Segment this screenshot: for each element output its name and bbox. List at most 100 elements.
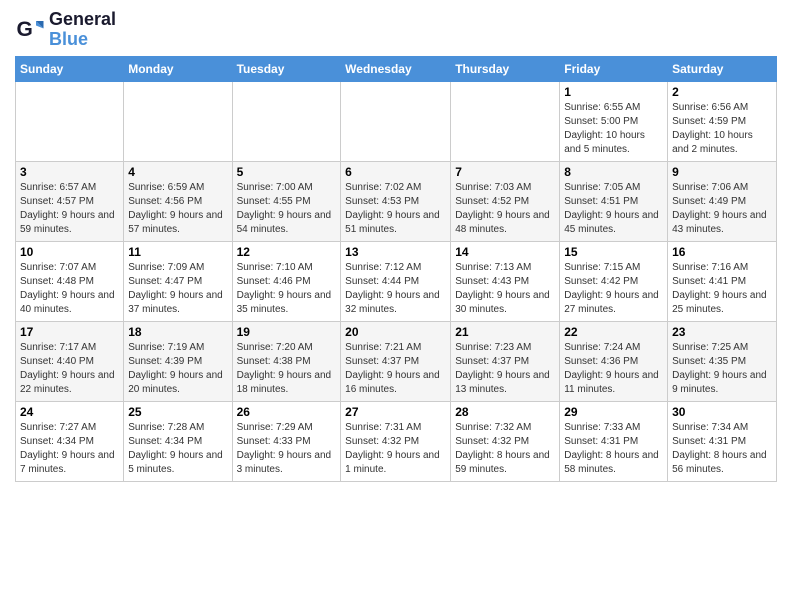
week-row-3: 10 Sunrise: 7:07 AM Sunset: 4:48 PM Dayli… <box>16 241 777 321</box>
day-info: Sunrise: 7:16 AM Sunset: 4:41 PM Dayligh… <box>672 261 772 317</box>
calendar-cell: 2 Sunrise: 6:56 AM Sunset: 4:59 PM Daylig… <box>668 81 777 161</box>
calendar-cell: 14Sunrise: 7:13 AM Sunset: 4:43 PM Dayli… <box>451 241 560 321</box>
logo: G General Blue <box>15 10 116 50</box>
day-info: Sunrise: 7:29 AM Sunset: 4:33 PM Dayligh… <box>237 421 337 477</box>
header-friday: Friday <box>560 56 668 81</box>
day-info: Sunrise: 6:59 AM Sunset: 4:56 PM Dayligh… <box>128 181 227 237</box>
calendar-table: SundayMondayTuesdayWednesdayThursdayFrid… <box>15 56 777 482</box>
day-info: Sunrise: 7:19 AM Sunset: 4:39 PM Dayligh… <box>128 341 227 397</box>
day-number: 28 <box>455 405 555 419</box>
calendar-cell: 25Sunrise: 7:28 AM Sunset: 4:34 PM Dayli… <box>124 401 232 481</box>
calendar-cell: 1 Sunrise: 6:55 AM Sunset: 5:00 PM Daylig… <box>560 81 668 161</box>
header-thursday: Thursday <box>451 56 560 81</box>
day-number: 5 <box>237 165 337 179</box>
page-container: G General Blue SundayMondayTuesdayWednes… <box>0 0 792 492</box>
day-number: 20 <box>345 325 446 339</box>
day-info: Sunrise: 7:28 AM Sunset: 4:34 PM Dayligh… <box>128 421 227 477</box>
calendar-cell: 29Sunrise: 7:33 AM Sunset: 4:31 PM Dayli… <box>560 401 668 481</box>
day-number: 19 <box>237 325 337 339</box>
svg-text:G: G <box>17 18 33 41</box>
day-info: Sunrise: 7:33 AM Sunset: 4:31 PM Dayligh… <box>564 421 663 477</box>
header-saturday: Saturday <box>668 56 777 81</box>
day-number: 23 <box>672 325 772 339</box>
calendar-cell <box>341 81 451 161</box>
logo-icon: G <box>15 15 45 45</box>
calendar-header-row: SundayMondayTuesdayWednesdayThursdayFrid… <box>16 56 777 81</box>
day-info: Sunrise: 7:32 AM Sunset: 4:32 PM Dayligh… <box>455 421 555 477</box>
day-info: Sunrise: 7:27 AM Sunset: 4:34 PM Dayligh… <box>20 421 119 477</box>
calendar-cell: 4 Sunrise: 6:59 AM Sunset: 4:56 PM Daylig… <box>124 161 232 241</box>
day-info: Sunrise: 6:55 AM Sunset: 5:00 PM Dayligh… <box>564 101 663 157</box>
calendar-cell: 15 Sunrise: 7:15 AM Sunset: 4:42 PM Dayli… <box>560 241 668 321</box>
day-info: Sunrise: 7:15 AM Sunset: 4:42 PM Dayligh… <box>564 261 663 317</box>
day-number: 21 <box>455 325 555 339</box>
day-number: 13 <box>345 245 446 259</box>
week-row-4: 17 Sunrise: 7:17 AM Sunset: 4:40 PM Dayli… <box>16 321 777 401</box>
day-number: 30 <box>672 405 772 419</box>
day-info: Sunrise: 7:21 AM Sunset: 4:37 PM Dayligh… <box>345 341 446 397</box>
day-info: Sunrise: 7:31 AM Sunset: 4:32 PM Dayligh… <box>345 421 446 477</box>
header-sunday: Sunday <box>16 56 124 81</box>
calendar-cell: 30Sunrise: 7:34 AM Sunset: 4:31 PM Dayli… <box>668 401 777 481</box>
header-wednesday: Wednesday <box>341 56 451 81</box>
day-number: 22 <box>564 325 663 339</box>
calendar-cell <box>232 81 341 161</box>
day-number: 2 <box>672 85 772 99</box>
calendar-cell: 21 Sunrise: 7:23 AM Sunset: 4:37 PM Dayli… <box>451 321 560 401</box>
day-info: Sunrise: 7:17 AM Sunset: 4:40 PM Dayligh… <box>20 341 119 397</box>
week-row-2: 3 Sunrise: 6:57 AM Sunset: 4:57 PM Daylig… <box>16 161 777 241</box>
calendar-cell <box>124 81 232 161</box>
day-number: 9 <box>672 165 772 179</box>
calendar-cell: 23 Sunrise: 7:25 AM Sunset: 4:35 PM Dayli… <box>668 321 777 401</box>
header-tuesday: Tuesday <box>232 56 341 81</box>
day-info: Sunrise: 7:07 AM Sunset: 4:48 PM Dayligh… <box>20 261 119 317</box>
calendar-cell: 3 Sunrise: 6:57 AM Sunset: 4:57 PM Daylig… <box>16 161 124 241</box>
day-info: Sunrise: 7:25 AM Sunset: 4:35 PM Dayligh… <box>672 341 772 397</box>
calendar-cell: 28 Sunrise: 7:32 AM Sunset: 4:32 PM Dayli… <box>451 401 560 481</box>
logo-text: General Blue <box>49 10 116 50</box>
day-info: Sunrise: 7:05 AM Sunset: 4:51 PM Dayligh… <box>564 181 663 237</box>
day-number: 3 <box>20 165 119 179</box>
day-number: 4 <box>128 165 227 179</box>
day-number: 15 <box>564 245 663 259</box>
day-info: Sunrise: 7:10 AM Sunset: 4:46 PM Dayligh… <box>237 261 337 317</box>
week-row-5: 24Sunrise: 7:27 AM Sunset: 4:34 PM Dayli… <box>16 401 777 481</box>
calendar-cell: 22Sunrise: 7:24 AM Sunset: 4:36 PM Dayli… <box>560 321 668 401</box>
day-number: 26 <box>237 405 337 419</box>
calendar-cell: 26 Sunrise: 7:29 AM Sunset: 4:33 PM Dayli… <box>232 401 341 481</box>
day-number: 10 <box>20 245 119 259</box>
day-info: Sunrise: 7:13 AM Sunset: 4:43 PM Dayligh… <box>455 261 555 317</box>
calendar-cell: 13 Sunrise: 7:12 AM Sunset: 4:44 PM Dayli… <box>341 241 451 321</box>
calendar-cell: 10 Sunrise: 7:07 AM Sunset: 4:48 PM Dayli… <box>16 241 124 321</box>
calendar-cell: 19 Sunrise: 7:20 AM Sunset: 4:38 PM Dayli… <box>232 321 341 401</box>
calendar-cell: 9 Sunrise: 7:06 AM Sunset: 4:49 PM Daylig… <box>668 161 777 241</box>
calendar-cell: 8 Sunrise: 7:05 AM Sunset: 4:51 PM Daylig… <box>560 161 668 241</box>
day-number: 17 <box>20 325 119 339</box>
day-info: Sunrise: 7:06 AM Sunset: 4:49 PM Dayligh… <box>672 181 772 237</box>
day-number: 8 <box>564 165 663 179</box>
calendar-cell: 24Sunrise: 7:27 AM Sunset: 4:34 PM Dayli… <box>16 401 124 481</box>
calendar-cell: 11Sunrise: 7:09 AM Sunset: 4:47 PM Dayli… <box>124 241 232 321</box>
calendar-cell: 7Sunrise: 7:03 AM Sunset: 4:52 PM Daylig… <box>451 161 560 241</box>
day-info: Sunrise: 6:57 AM Sunset: 4:57 PM Dayligh… <box>20 181 119 237</box>
day-info: Sunrise: 7:23 AM Sunset: 4:37 PM Dayligh… <box>455 341 555 397</box>
day-info: Sunrise: 7:20 AM Sunset: 4:38 PM Dayligh… <box>237 341 337 397</box>
day-info: Sunrise: 7:00 AM Sunset: 4:55 PM Dayligh… <box>237 181 337 237</box>
day-number: 18 <box>128 325 227 339</box>
day-info: Sunrise: 7:03 AM Sunset: 4:52 PM Dayligh… <box>455 181 555 237</box>
week-row-1: 1 Sunrise: 6:55 AM Sunset: 5:00 PM Daylig… <box>16 81 777 161</box>
header: G General Blue <box>15 10 777 50</box>
calendar-cell <box>451 81 560 161</box>
calendar-cell: 20 Sunrise: 7:21 AM Sunset: 4:37 PM Dayli… <box>341 321 451 401</box>
day-number: 1 <box>564 85 663 99</box>
day-number: 6 <box>345 165 446 179</box>
day-info: Sunrise: 6:56 AM Sunset: 4:59 PM Dayligh… <box>672 101 772 157</box>
calendar-cell: 27Sunrise: 7:31 AM Sunset: 4:32 PM Dayli… <box>341 401 451 481</box>
day-info: Sunrise: 7:12 AM Sunset: 4:44 PM Dayligh… <box>345 261 446 317</box>
calendar-cell: 6Sunrise: 7:02 AM Sunset: 4:53 PM Daylig… <box>341 161 451 241</box>
calendar-cell: 18 Sunrise: 7:19 AM Sunset: 4:39 PM Dayli… <box>124 321 232 401</box>
calendar-cell <box>16 81 124 161</box>
day-number: 16 <box>672 245 772 259</box>
day-number: 11 <box>128 245 227 259</box>
day-number: 12 <box>237 245 337 259</box>
